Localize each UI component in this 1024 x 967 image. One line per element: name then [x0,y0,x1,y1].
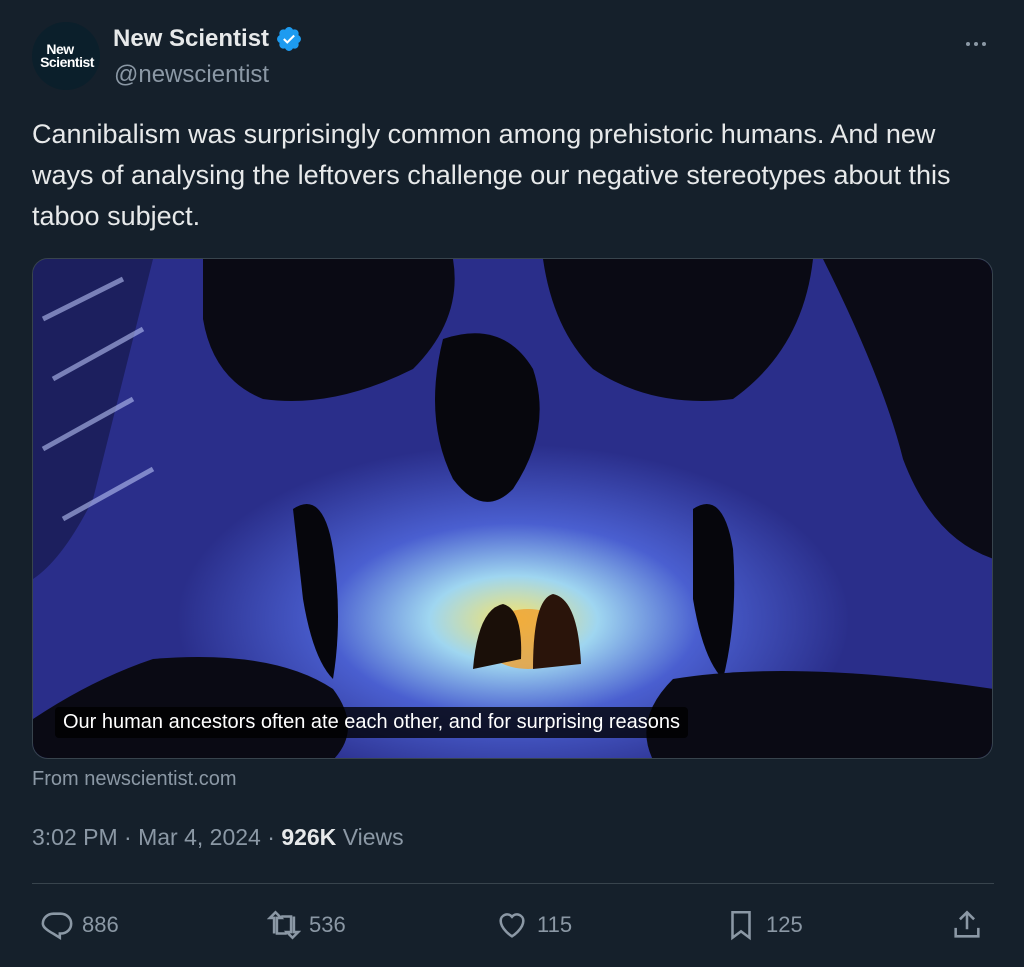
avatar[interactable]: New Scientist [32,22,100,90]
reply-count: 886 [82,912,119,937]
tweet-date[interactable]: Mar 4, 2024 [138,824,261,850]
more-dot-icon [982,42,986,46]
article-illustration [33,259,992,758]
retweet-icon [267,910,301,940]
retweet-button[interactable]: 536 [267,900,346,950]
tweet-text: Cannibalism was surprisingly common amon… [32,119,951,231]
meta-separator: · [124,824,132,850]
like-count: 115 [537,912,573,937]
heart-icon [499,913,525,938]
tweet-time[interactable]: 3:02 PM [32,824,118,850]
divider [32,883,994,884]
link-card-image[interactable]: Our human ancestors often ate each other… [32,258,993,759]
card-caption: Our human ancestors often ate each other… [55,707,689,738]
card-source[interactable]: From newscientist.com [32,768,237,791]
views-label: Views [342,824,404,850]
meta-separator: · [267,824,275,850]
views-count: 926K [281,824,337,850]
reply-button[interactable]: 886 [40,900,119,950]
more-dot-icon [966,42,970,46]
bookmark-count: 125 [766,912,803,937]
avatar-line2: Scientist [40,54,94,70]
more-options-button[interactable] [960,34,992,54]
reply-icon [41,912,73,941]
more-dot-icon [974,42,978,46]
bookmark-button[interactable]: 125 [724,900,803,950]
bookmark-icon [731,910,751,941]
share-icon [954,910,980,938]
tweet-meta: 3:02 PM · Mar 4, 2024 · 926K Views [32,824,404,851]
tweet: New Scientist New Scientist @newscientis… [0,0,1024,967]
handle[interactable]: @newscientist [114,61,269,89]
share-button[interactable] [950,900,984,950]
retweet-count: 536 [309,912,346,937]
action-bar: 886 536 115 125 [32,900,994,950]
tweet-header: New Scientist New Scientist @newscientis… [32,22,1000,92]
like-button[interactable]: 115 [495,900,572,950]
name-row: New Scientist [113,25,303,53]
verified-badge-icon[interactable] [275,25,303,53]
display-name[interactable]: New Scientist [113,25,269,53]
